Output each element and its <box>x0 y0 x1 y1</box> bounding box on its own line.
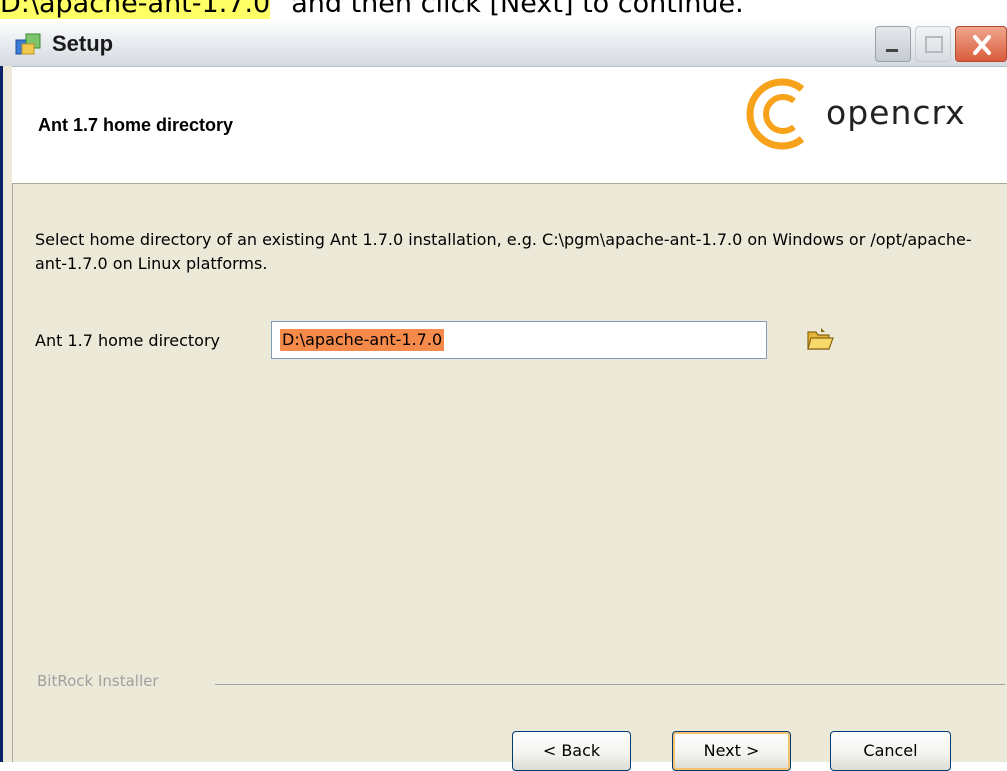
folder-open-icon[interactable] <box>805 324 835 354</box>
back-button[interactable]: < Back <box>512 731 631 771</box>
installer-group-label: BitRock Installer <box>37 672 159 690</box>
maximize-icon <box>925 36 943 53</box>
maximize-button[interactable] <box>915 26 951 62</box>
logo-text: opencrx <box>826 93 966 132</box>
home-directory-input[interactable]: D:\apache-ant-1.7.0 <box>271 321 767 359</box>
instruction-caption: D:\apache-ant-1.7.0" and then click [Nex… <box>0 0 1007 22</box>
minimize-icon <box>886 49 898 52</box>
close-button[interactable] <box>955 26 1007 62</box>
group-divider <box>215 684 1005 685</box>
description-text: Select home directory of an existing Ant… <box>35 230 972 273</box>
home-directory-value: D:\apache-ant-1.7.0 <box>280 329 445 351</box>
minimize-button[interactable] <box>875 26 911 62</box>
caption-text: " and then click [Next] to continue. <box>270 0 744 19</box>
cancel-button[interactable]: Cancel <box>830 731 951 771</box>
next-button[interactable]: Next > <box>672 731 791 771</box>
title-bar[interactable]: Setup <box>0 22 1007 67</box>
setup-icon <box>15 33 41 55</box>
close-icon <box>973 35 991 55</box>
caption-highlight: D:\apache-ant-1.7.0 <box>0 0 271 19</box>
page-title: Ant 1.7 home directory <box>38 115 234 135</box>
home-directory-label: Ant 1.7 home directory <box>35 331 220 350</box>
content-area: Select home directory of an existing Ant… <box>13 184 1007 771</box>
setup-window: Setup Ant 1.7 home directory opencrx Sel… <box>0 22 1007 771</box>
window-title: Setup <box>52 31 114 56</box>
header-banner: Ant 1.7 home directory opencrx <box>12 67 1007 184</box>
opencrx-logo-icon <box>746 78 805 150</box>
